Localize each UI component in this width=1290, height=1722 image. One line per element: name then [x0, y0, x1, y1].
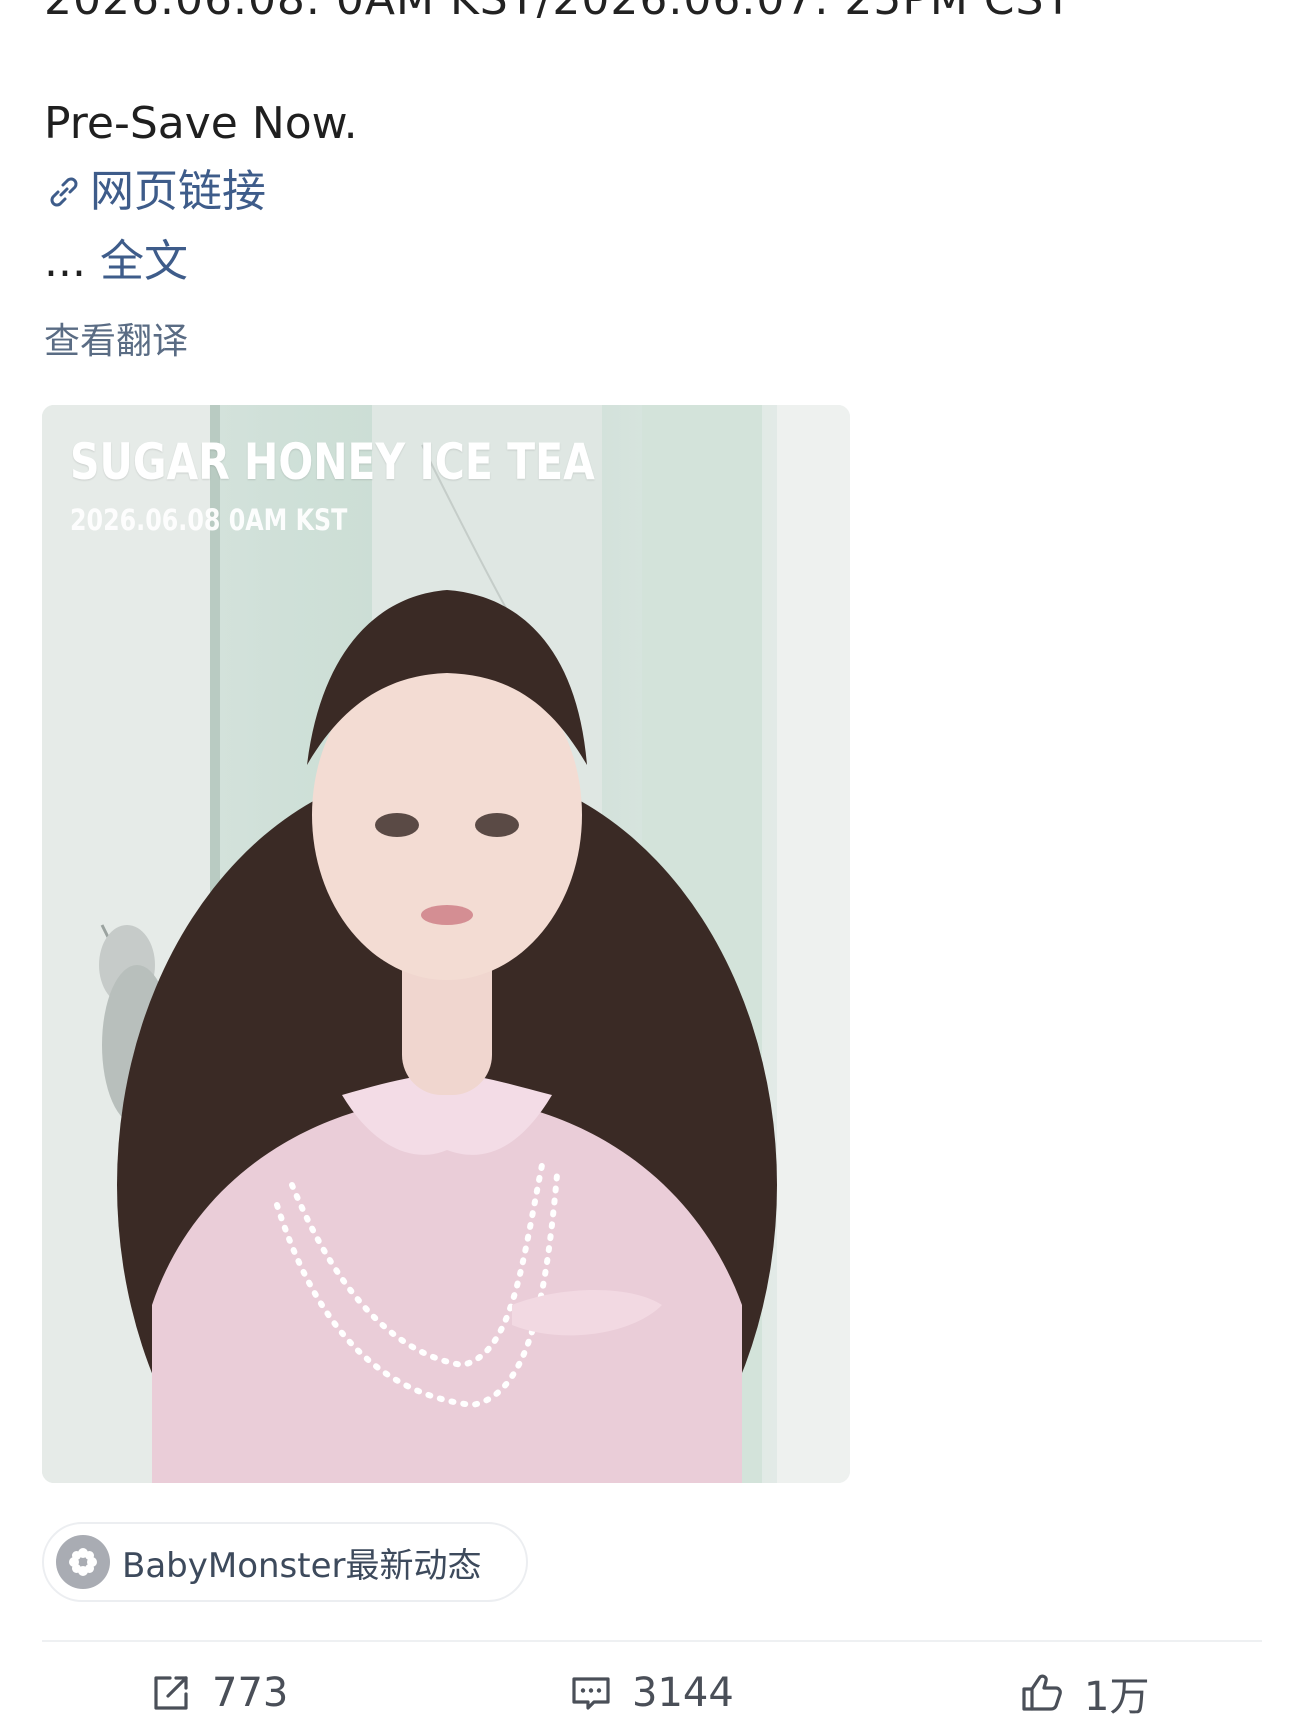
link-icon	[50, 177, 78, 207]
flower-icon	[56, 1535, 110, 1589]
comment-icon	[572, 1677, 610, 1710]
web-link-label[interactable]: 网页链接	[90, 166, 266, 218]
web-link[interactable]: 网页链接	[44, 166, 266, 218]
translate-link[interactable]: 查看翻译	[44, 312, 188, 364]
repost-count: 773	[212, 1670, 289, 1716]
full-text-link[interactable]: 全文	[100, 236, 188, 287]
repost-button[interactable]: 773	[148, 1668, 288, 1718]
ellipsis: ...	[44, 236, 86, 287]
truncated-text-line: 2026.06.08. 0AM KST/2026.06.07. 25PM CST	[44, 0, 1072, 25]
action-bar-divider	[42, 1640, 1262, 1642]
image-title: SUGAR HONEY ICE TEA	[70, 433, 595, 491]
image-date: 2026.06.08 0AM KST	[70, 503, 348, 537]
like-button[interactable]: 1万	[1018, 1668, 1149, 1720]
comment-button[interactable]: 3144	[568, 1668, 734, 1718]
repost-icon	[154, 1676, 188, 1710]
photo-illustration	[42, 405, 850, 1483]
comment-count: 3144	[632, 1670, 734, 1716]
topic-chip[interactable]: BabyMonster最新动态	[42, 1522, 528, 1602]
topic-label: BabyMonster最新动态	[122, 1545, 482, 1586]
post-text-presave: Pre-Save Now.	[44, 98, 358, 149]
expand-text-row: ... 全文	[44, 236, 188, 288]
like-count: 1万	[1084, 1674, 1150, 1720]
thumbs-up-icon	[1022, 1674, 1062, 1711]
post-image[interactable]: SUGAR HONEY ICE TEA 2026.06.08 0AM KST	[42, 405, 850, 1483]
